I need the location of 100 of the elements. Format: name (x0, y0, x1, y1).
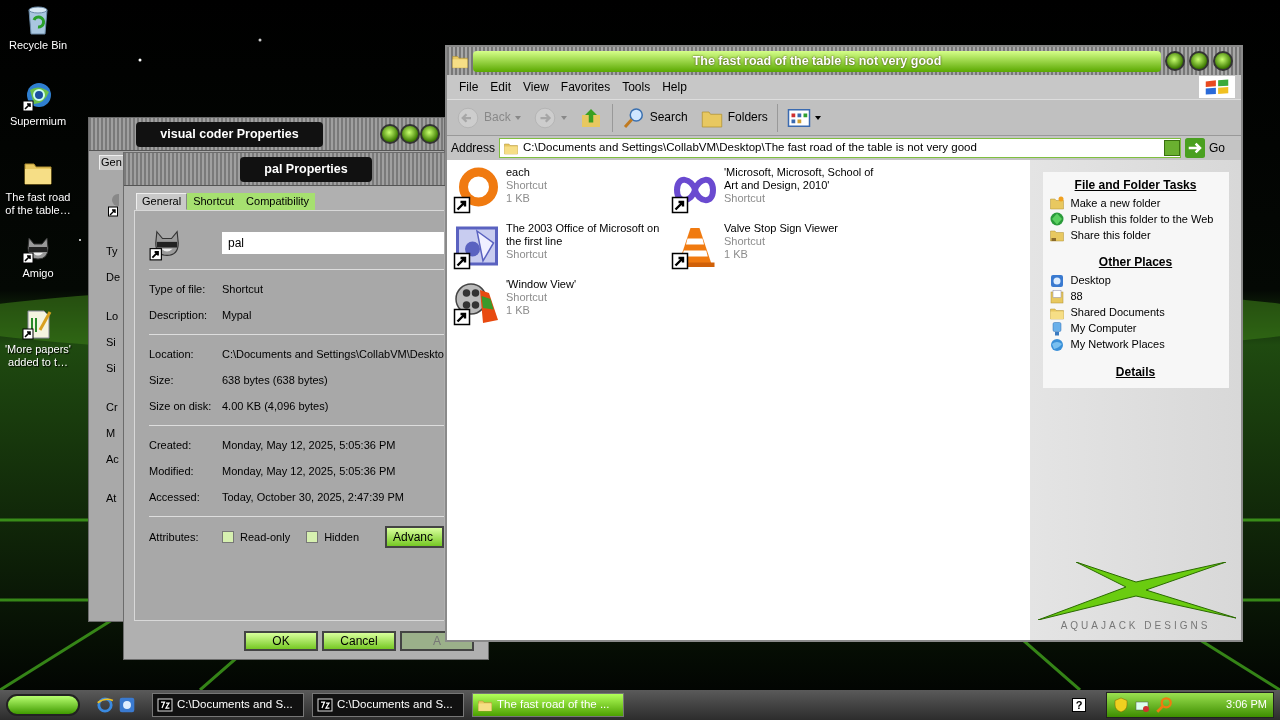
file-type: Shortcut (506, 248, 548, 261)
archive-icon (317, 697, 333, 713)
tab[interactable]: Gen (99, 155, 124, 171)
documents-icon (1048, 288, 1065, 305)
field-label: Cr (106, 400, 118, 414)
field-label: Attributes: (149, 530, 200, 544)
tab[interactable]: General (136, 193, 188, 211)
field-label: Type of file: (149, 282, 207, 296)
desktop-icon (1048, 272, 1065, 289)
search-icon (621, 105, 646, 130)
file-name: The 2003 Office of Microsoft on the first line (506, 222, 661, 248)
window-control-button[interactable] (400, 124, 420, 144)
file-size: 1 KB (506, 304, 531, 317)
field-value: Monday, May 12, 2025, 5:05:36 PM (222, 464, 396, 478)
tab[interactable]: Shortcut (187, 193, 241, 211)
address-field[interactable]: C:\Documents and Settings\CollabVM\Desktop\The fast road of the table is not very good (499, 138, 1181, 158)
field-label: Created: (149, 438, 193, 452)
file-size: 1 KB (724, 248, 749, 261)
task-link[interactable]: My Computer (1048, 320, 1223, 337)
folders-button[interactable]: Folders (696, 103, 771, 132)
dialog-button[interactable]: Cancel (322, 631, 396, 652)
field-label: Si (106, 335, 116, 349)
task-link[interactable]: Publish this folder to the Web (1048, 211, 1223, 228)
help-icon[interactable]: ? (1072, 698, 1086, 712)
desktop-icon[interactable] (118, 696, 136, 714)
logo-caption: AQUAJACK DESIGNS (1060, 620, 1211, 632)
field-value: 638 bytes (638 bytes) (222, 373, 328, 387)
field-value: 4.00 KB (4,096 bytes) (222, 399, 329, 413)
menu-item[interactable]: View (517, 77, 555, 97)
network-icon (1048, 336, 1065, 353)
folder-icon (477, 697, 493, 713)
caret-icon (560, 115, 567, 120)
archive-icon (157, 697, 173, 713)
dialog-button[interactable]: OK (244, 631, 318, 652)
checkbox[interactable]: Hidden (306, 530, 359, 544)
icon-label[interactable]: Recycle Bin (8, 39, 68, 52)
section-heading[interactable]: Details (1048, 364, 1223, 380)
task-link[interactable]: Share this folder (1048, 227, 1223, 244)
window-control-button[interactable] (380, 124, 400, 144)
document-icon[interactable] (22, 308, 54, 340)
menu-item[interactable]: Edit (484, 77, 518, 97)
shortcut-item[interactable]: The 2003 Office of Microsoft on the first line Shortcut (453, 222, 671, 278)
field-label: Location: (149, 347, 195, 361)
start-button[interactable] (6, 694, 80, 716)
folder-icon (1048, 227, 1065, 244)
field-label: Modified: (149, 464, 195, 478)
field-label: Size: (149, 373, 175, 387)
menu-item[interactable]: Favorites (554, 77, 617, 97)
ring-icon (453, 166, 501, 214)
icon-label[interactable]: Supermium (9, 115, 67, 128)
file-type: Shortcut (724, 235, 766, 248)
window-control-button[interactable] (1165, 51, 1185, 71)
section-heading[interactable]: File and Folder Tasks (1048, 178, 1223, 193)
task-link[interactable]: Make a new folder (1048, 195, 1223, 212)
file-type: Shortcut (506, 179, 548, 192)
field-label: M (106, 426, 116, 440)
field-label: Si (106, 361, 116, 375)
globe-icon[interactable] (22, 80, 54, 112)
section-heading[interactable]: Other Places (1048, 255, 1223, 270)
name-field[interactable]: pal (222, 232, 444, 255)
menu-item[interactable]: Help (656, 77, 693, 97)
icon-label[interactable]: 'More papers' added to t… (0, 343, 76, 369)
shortcut-item[interactable]: each Shortcut 1 KB (453, 166, 671, 222)
field-label: De (106, 270, 121, 284)
file-type: Shortcut (724, 192, 766, 205)
shortcut-item[interactable]: Valve Stop Sign Viewer Shortcut 1 KB (671, 222, 889, 278)
field-value: Today, October 30, 2025, 2:47:39 PM (222, 490, 405, 504)
task-link[interactable]: Desktop (1048, 272, 1223, 289)
window-control-button[interactable] (1189, 51, 1209, 71)
tab[interactable]: Compatibility (240, 193, 316, 211)
file-type: Shortcut (506, 291, 548, 304)
search-button[interactable]: Search (618, 103, 691, 132)
caret-icon (514, 115, 521, 120)
taskbar-button[interactable]: C:\Documents and S... (312, 693, 464, 717)
task-link[interactable]: 88 (1048, 288, 1223, 305)
field-value: Monday, May 12, 2025, 5:05:36 PM (222, 438, 396, 452)
browser-icon[interactable] (96, 696, 114, 714)
window-control-button[interactable] (420, 124, 440, 144)
window-control-button[interactable] (1213, 51, 1233, 71)
task-link[interactable]: Shared Documents (1048, 304, 1223, 321)
shortcut-item[interactable]: 'Window View' Shortcut 1 KB (453, 278, 671, 334)
window-title: visual coder Properties (136, 121, 323, 147)
globe-icon (1048, 211, 1065, 228)
field-label: Lo (106, 309, 119, 323)
icon-label[interactable]: Amigo (22, 267, 54, 280)
field-label: Ty (106, 244, 118, 258)
menu-item[interactable]: Tools (616, 77, 657, 97)
icon-label[interactable]: The fast road of the table… (0, 191, 76, 217)
checkbox[interactable]: Read-only (222, 530, 291, 544)
window-title: pal Properties (240, 156, 372, 182)
field-label: Description: (149, 308, 209, 322)
taskbar-button[interactable]: C:\Documents and S... (152, 693, 304, 717)
advanced-button[interactable]: Advanc (385, 526, 444, 549)
shortcut-item[interactable]: 'Microsoft, Microsoft, School of Art and Design, 2010' Shortcut (671, 166, 889, 222)
flag-logo-icon (1199, 76, 1235, 98)
go-button[interactable]: Go (1185, 138, 1237, 158)
shortcut-icon (108, 194, 119, 219)
task-link[interactable]: My Network Places (1048, 336, 1223, 353)
menu-item[interactable]: File (453, 77, 485, 97)
file-size: 1 KB (506, 192, 531, 205)
